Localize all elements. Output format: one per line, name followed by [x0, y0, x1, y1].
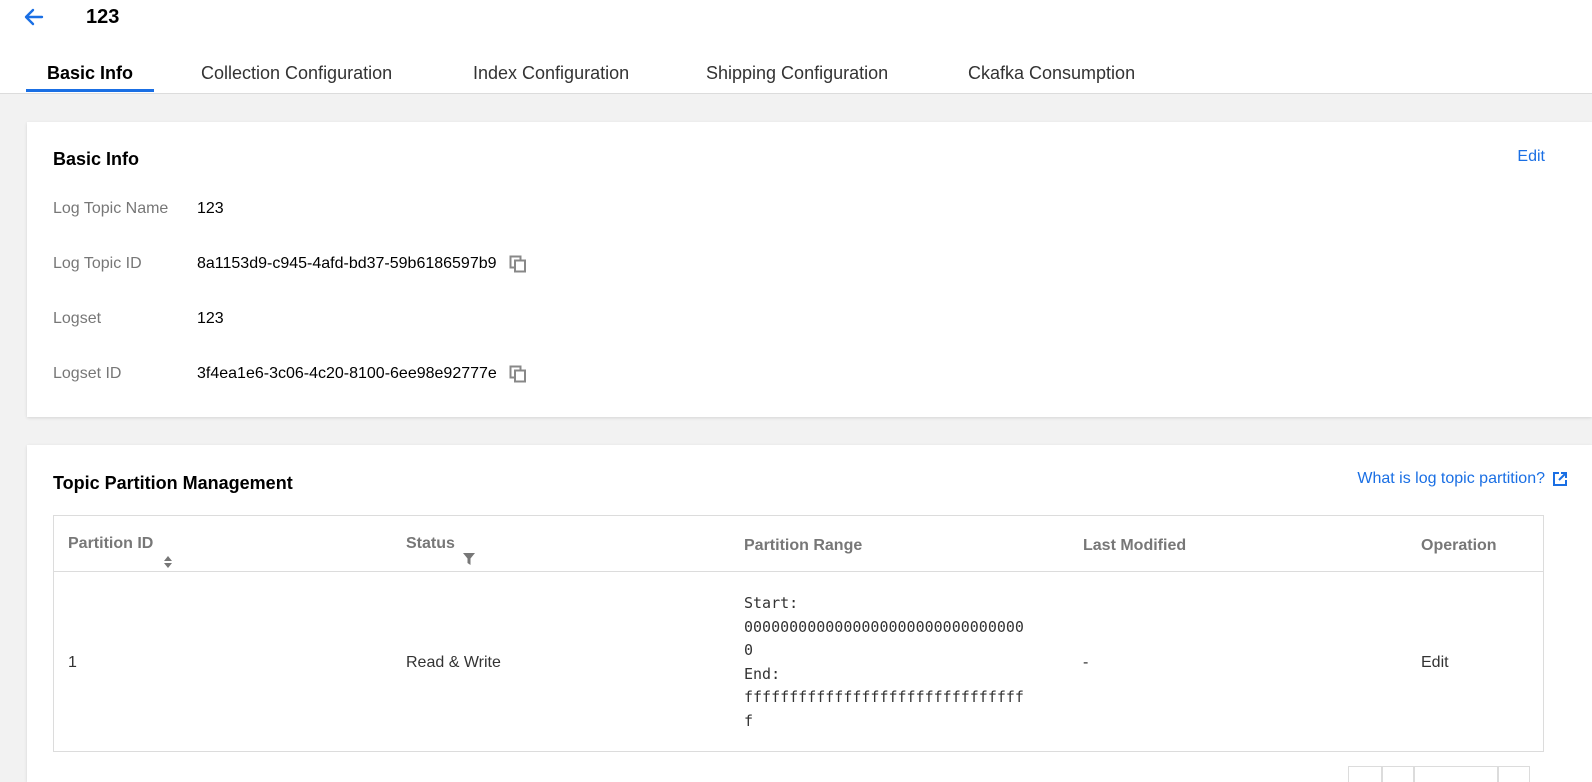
pagination-control[interactable]	[1414, 766, 1498, 782]
logset-value: 123	[197, 310, 224, 328]
partition-management-title: Topic Partition Management	[53, 473, 293, 493]
pagination-control[interactable]	[1348, 766, 1382, 782]
partition-id-cell: 1	[68, 654, 77, 671]
log-topic-id-label: Log Topic ID	[53, 255, 142, 272]
log-topic-name-value: 123	[197, 200, 224, 218]
range-start-line1: 0000000000000000000000000000000	[744, 617, 1024, 636]
table-row: 1 Read & Write Start: 000000000000000000…	[54, 572, 1543, 752]
range-start-line2: 0	[744, 641, 754, 659]
basic-info-card: Basic Info Edit Log Topic Name 123 Log T…	[27, 122, 1592, 417]
tab-ckafka-consumption[interactable]: Ckafka Consumption	[968, 50, 1135, 94]
logset-id-text: 3f4ea1e6-3c06-4c20-8100-6ee98e92777e	[197, 365, 497, 382]
copy-icon[interactable]	[509, 255, 527, 273]
pagination-control[interactable]	[1498, 766, 1530, 782]
tab-collection-configuration[interactable]: Collection Configuration	[201, 50, 392, 94]
pagination-control[interactable]	[1382, 766, 1414, 782]
range-end-line1: fffffffffffffffffffffffffffffff	[744, 688, 1024, 706]
tab-index-configuration[interactable]: Index Configuration	[473, 50, 629, 94]
partition-table: Partition ID Status Partition Range Last	[53, 515, 1544, 752]
external-link-icon	[1552, 471, 1568, 487]
partition-range-cell: Start: 0000000000000000000000000000000 0…	[744, 592, 1024, 733]
active-tab-indicator	[26, 89, 154, 92]
partition-status-cell: Read & Write	[406, 654, 501, 671]
range-start-label: Start:	[744, 594, 799, 612]
partition-help-link[interactable]: What is log topic partition?	[1357, 470, 1568, 488]
sort-icon[interactable]	[163, 536, 173, 568]
log-topic-name-label: Log Topic Name	[53, 200, 169, 217]
row-edit-link[interactable]: Edit	[1421, 654, 1449, 672]
range-end-line2: f	[744, 711, 754, 730]
top-bar: 123 Basic Info Collection Configuration …	[0, 0, 1592, 94]
copy-icon[interactable]	[509, 365, 527, 383]
logset-id-value: 3f4ea1e6-3c06-4c20-8100-6ee98e92777e	[197, 365, 527, 383]
last-modified-cell: -	[1083, 654, 1089, 671]
column-partition-id[interactable]: Partition ID	[68, 516, 173, 572]
column-partition-range: Partition Range	[744, 537, 863, 554]
partition-help-text: What is log topic partition?	[1357, 470, 1545, 487]
column-status[interactable]: Status	[406, 516, 475, 572]
back-arrow-icon[interactable]	[22, 4, 48, 30]
logset-text: 123	[197, 310, 224, 327]
page-title: 123	[86, 6, 120, 28]
log-topic-id-text: 8a1153d9-c945-4afd-bd37-59b6186597b9	[197, 255, 497, 272]
basic-info-title: Basic Info	[53, 149, 140, 169]
tab-basic-info[interactable]: Basic Info	[47, 50, 133, 94]
log-topic-id-value: 8a1153d9-c945-4afd-bd37-59b6186597b9	[197, 255, 527, 273]
logset-label: Logset	[53, 310, 102, 327]
column-partition-id-label: Partition ID	[68, 535, 154, 552]
tab-shipping-configuration[interactable]: Shipping Configuration	[706, 50, 888, 94]
range-end-label: End:	[744, 664, 781, 683]
basic-info-edit-link[interactable]: Edit	[1517, 148, 1545, 166]
column-last-modified: Last Modified	[1083, 537, 1187, 554]
table-header: Partition ID Status Partition Range Last	[54, 516, 1543, 572]
log-topic-name-text: 123	[197, 200, 224, 217]
partition-management-card: Topic Partition Management What is log t…	[27, 445, 1592, 782]
filter-icon[interactable]	[462, 532, 475, 565]
logset-id-label: Logset ID	[53, 365, 122, 382]
column-operation: Operation	[1421, 537, 1497, 554]
column-status-label: Status	[406, 535, 455, 552]
